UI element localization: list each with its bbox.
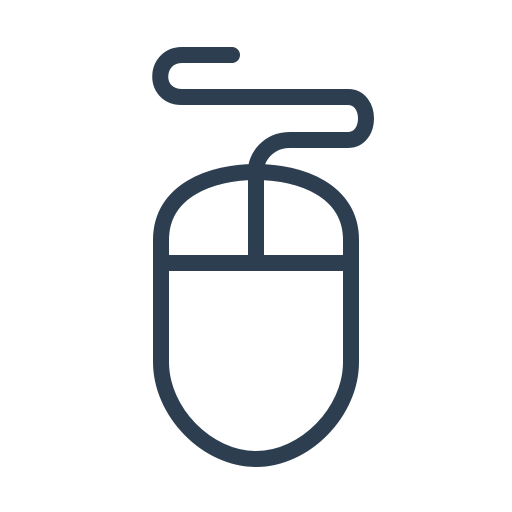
computer-mouse-icon [152, 47, 374, 467]
icon-canvas [0, 0, 512, 512]
mouse-cable [152, 47, 374, 180]
